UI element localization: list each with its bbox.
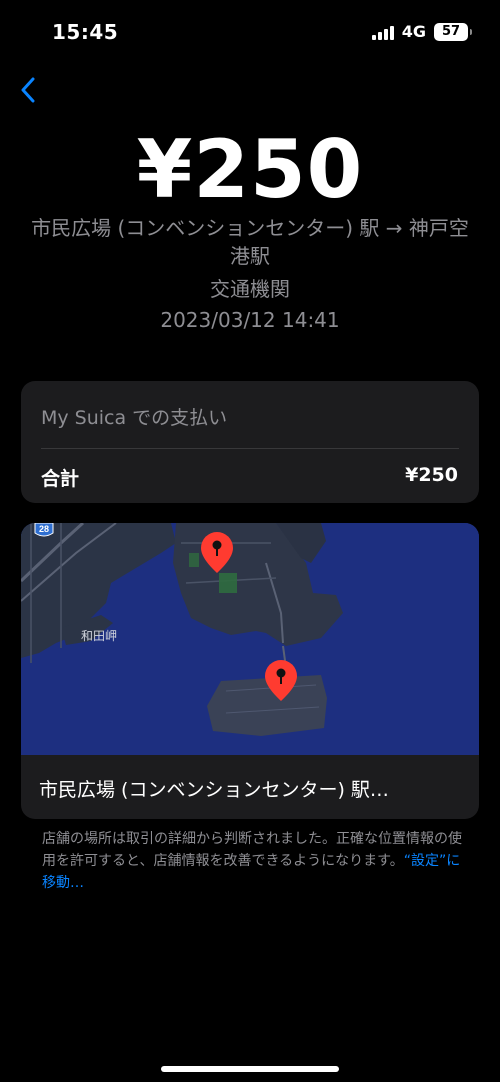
transaction-route: 市民広場 (コンベンションセンター) 駅 → 神戸空港駅 [31,216,469,268]
payment-method: My Suica での支払い [41,407,228,429]
divider [41,448,459,449]
payment-card: My Suica での支払い 合計 ¥250 [21,381,479,503]
battery-level: 57 [441,24,461,39]
status-bar: 15:45 4G 57 [0,0,500,70]
transaction-amount: ¥250 [136,123,364,216]
total-value: ¥250 [405,464,458,486]
home-indicator[interactable] [161,1066,339,1072]
map-place-label: 和田岬 [81,629,117,643]
battery-icon: 57 [434,22,472,41]
route-shield-number: 28 [39,524,49,534]
station-name: 市民広場 (コンベンションセンター) 駅… [39,779,389,801]
location-map[interactable]: 28 和田岬 [21,523,479,755]
transaction-category: 交通機関 [210,277,290,301]
network-type: 4G [401,22,426,41]
total-label: 合計 [41,468,80,490]
chevron-left-icon [21,77,35,103]
location-footnote: 店舗の場所は取引の詳細から判断されました。正確な位置情報の使用を許可すると、店舗… [42,828,462,894]
cellular-signal-icon [371,24,394,40]
transaction-datetime: 2023/03/12 14:41 [160,308,340,332]
back-button[interactable] [8,70,48,110]
map-land-airport [207,675,327,736]
status-time: 15:45 [52,20,119,44]
status-indicators: 4G 57 [371,22,472,41]
location-card[interactable]: 28 和田岬 市民広場 (コンベンションセンター) 駅… [21,523,479,819]
footnote-text: 店舗の場所は取引の詳細から判断されました。正確な位置情報の使用を許可すると、店舗… [42,831,462,869]
